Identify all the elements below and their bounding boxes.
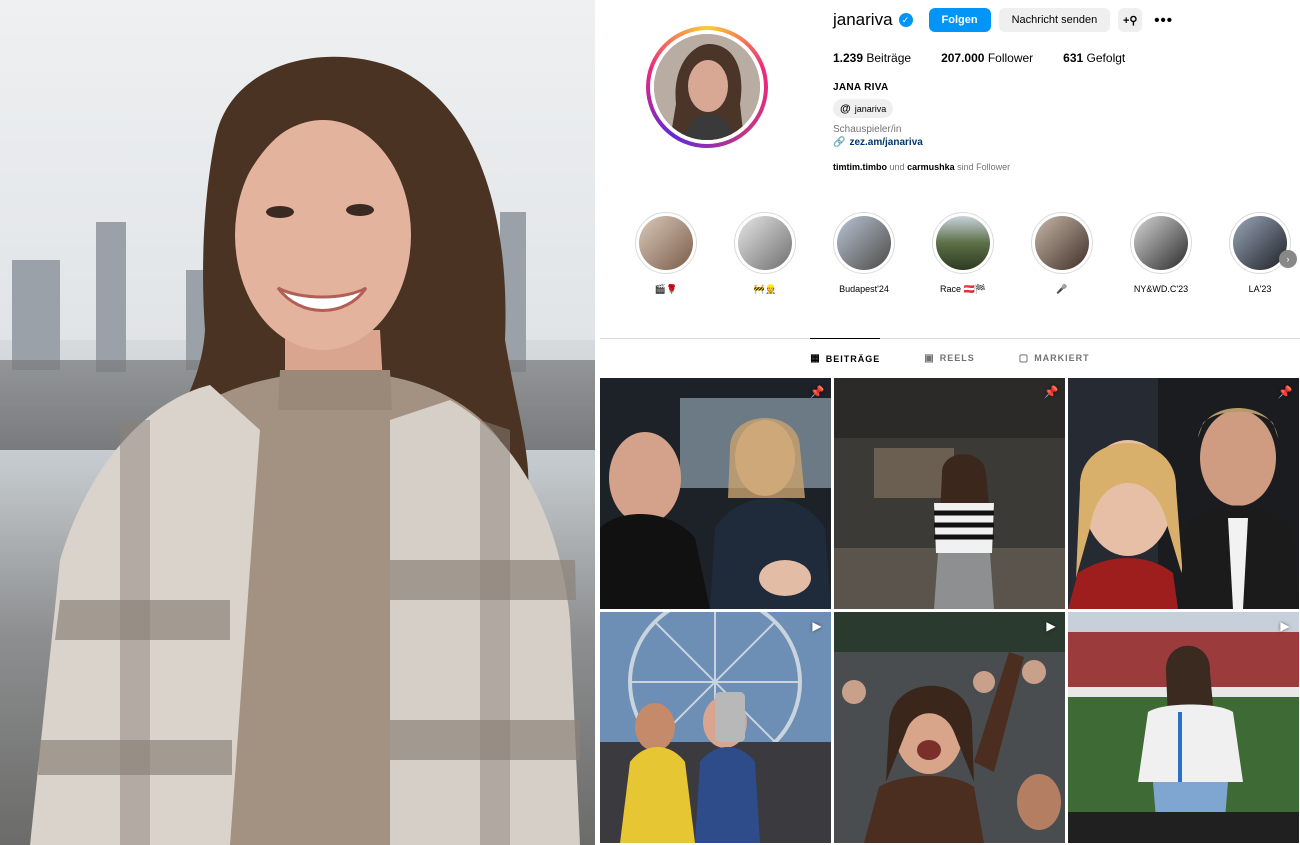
profile-full-name: JANA RIVA (833, 82, 889, 93)
threads-badge[interactable]: @ janariva (833, 99, 894, 118)
posts-stat: 1.239 Beiträge (833, 51, 912, 65)
portrait-photo (0, 0, 595, 845)
grid-icon: ▦ (810, 353, 821, 364)
post-tile[interactable]: ▶ (1068, 612, 1299, 843)
reels-icon: ▣ (924, 352, 935, 364)
verified-badge-icon: ✓ (898, 13, 913, 27)
followed-by-user-2[interactable]: carmushka (907, 162, 955, 172)
chevron-right-icon[interactable]: › (1279, 250, 1297, 268)
following-stat[interactable]: 631 Gefolgt (1063, 51, 1125, 65)
tab-posts[interactable]: ▦ BEITRÄGE (810, 338, 881, 378)
post-tile[interactable]: ▶ (834, 612, 1065, 843)
profile-link[interactable]: 🔗 zez.am/janariva (833, 137, 923, 148)
story-highlights: 🎬🌹 🚧👷 Budapest'24 Race 🇦🇹🏁 🎤 NY&WD.C'23 … (633, 212, 1297, 302)
threads-icon: @ (840, 102, 851, 115)
more-dots-icon[interactable]: ••• (1154, 12, 1173, 29)
followed-by[interactable]: timtim.timbo und carmushka sind Follower (833, 162, 1010, 172)
reel-icon: ▶ (812, 619, 822, 633)
post-tile[interactable]: 📌 (834, 378, 1065, 609)
profile-link-text[interactable]: zez.am/janariva (849, 137, 922, 148)
profile-panel: janariva ✓ Folgen Nachricht senden +⚲ ••… (600, 0, 1300, 845)
highlight-item[interactable]: NY&WD.C'23 (1128, 212, 1194, 294)
followed-by-user-1[interactable]: timtim.timbo (833, 162, 887, 172)
threads-handle: janariva (854, 103, 887, 114)
post-tile[interactable]: 📌 (1068, 378, 1299, 609)
tab-tagged[interactable]: ▢ MARKIERT (1019, 338, 1090, 378)
highlight-item[interactable]: 🚧👷 (732, 212, 798, 295)
follow-button[interactable]: Folgen (928, 8, 991, 32)
reel-icon: ▶ (1280, 619, 1290, 633)
message-button[interactable]: Nachricht senden (998, 8, 1111, 32)
profile-stats: 1.239 Beiträge 207.000 Follower 631 Gefo… (833, 51, 1125, 65)
followers-stat[interactable]: 207.000 Follower (941, 51, 1033, 65)
profile-tabs: ▦ BEITRÄGE ▣ REELS ▢ MARKIERT (600, 338, 1300, 378)
link-icon: 🔗 (833, 137, 846, 148)
reel-icon: ▶ (1046, 619, 1056, 633)
highlight-item[interactable]: 🎤 (1029, 212, 1095, 295)
highlight-item[interactable]: Budapest'24 (831, 212, 897, 294)
post-tile[interactable]: 📌 (600, 378, 831, 609)
highlight-item[interactable]: 🎬🌹 (633, 212, 699, 295)
pin-icon: 📌 (1277, 385, 1293, 399)
tagged-icon: ▢ (1018, 352, 1030, 364)
tab-reels[interactable]: ▣ REELS (924, 338, 974, 378)
add-person-icon[interactable]: +⚲ (1118, 8, 1143, 32)
highlight-item[interactable]: Race 🇦🇹🏁 (930, 212, 996, 295)
pin-icon: 📌 (809, 385, 825, 399)
post-tile[interactable]: ▶ (600, 612, 831, 843)
pin-icon: 📌 (1043, 385, 1059, 399)
profile-avatar[interactable] (646, 26, 768, 148)
profile-category: Schauspieler/in (833, 124, 902, 135)
profile-username: janariva (833, 10, 893, 29)
